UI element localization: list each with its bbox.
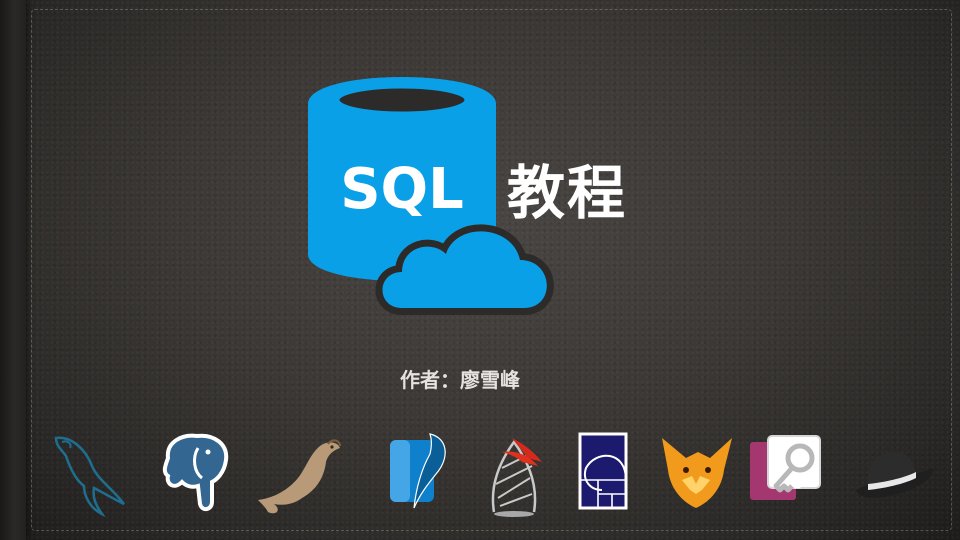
logo-text: SQL [340, 157, 464, 222]
database-icon-row: A [36, 428, 946, 518]
ms-access-key-icon: A [742, 428, 832, 518]
golden-ratio-db-icon [562, 428, 652, 518]
slide-title: 教程 [507, 159, 628, 227]
book-spine [0, 0, 26, 540]
fedora-hat-icon [850, 428, 940, 518]
sql-server-icon [472, 428, 562, 518]
mariadb-seal-icon [254, 428, 344, 518]
author-line: 作者：廖雪峰 [400, 368, 520, 392]
title-slide: SQL 教程 作者：廖雪峰 A [0, 0, 960, 540]
postgresql-elephant-icon [152, 428, 242, 518]
mysql-dolphin-icon [42, 428, 132, 518]
sqlite-feather-icon [370, 428, 460, 518]
foxpro-fox-icon [652, 428, 742, 518]
